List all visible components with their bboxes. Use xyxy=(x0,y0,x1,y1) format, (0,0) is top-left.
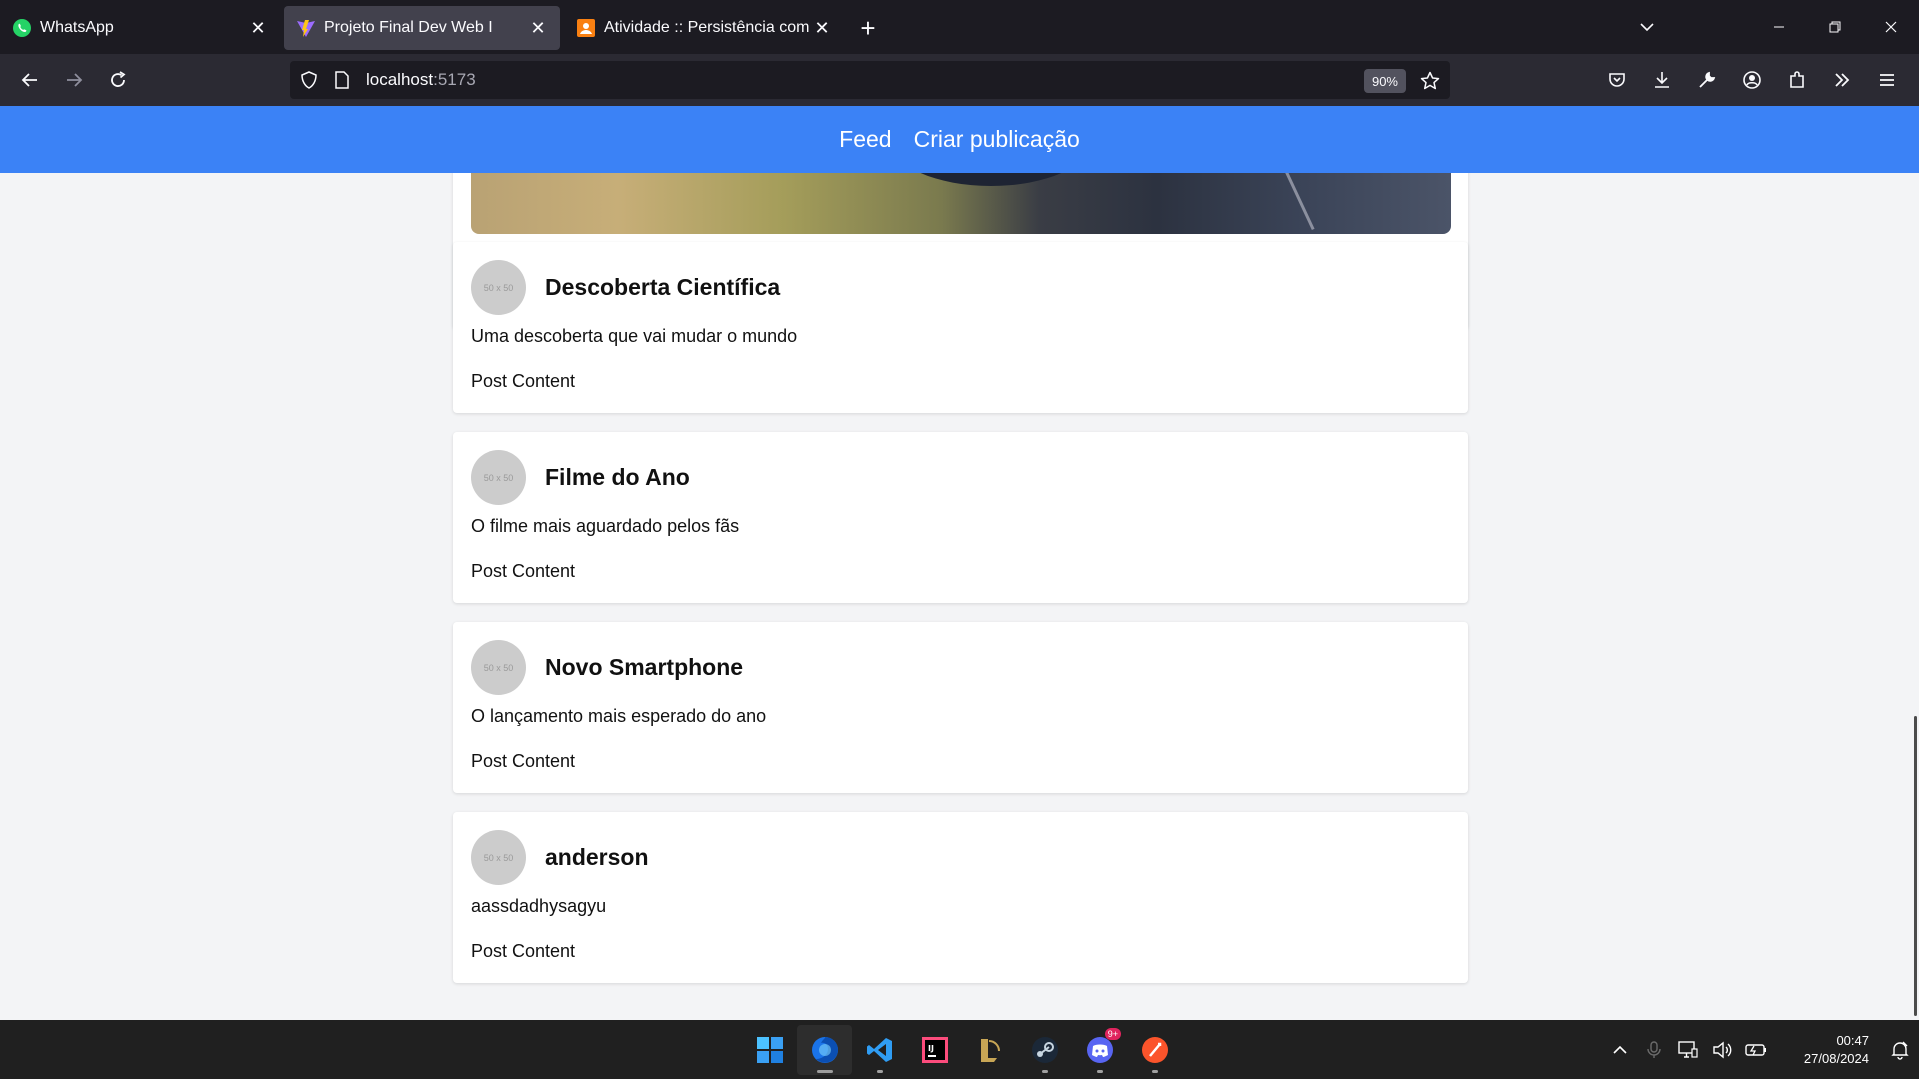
window-controls xyxy=(1623,0,1919,54)
site-header: Feed Criar publicação xyxy=(0,106,1919,173)
close-icon[interactable]: ✕ xyxy=(812,18,832,38)
post-content: Post Content xyxy=(471,561,576,581)
windows-start-icon[interactable] xyxy=(742,1025,797,1075)
post-header: 50 x 50 Filme do Ano xyxy=(471,450,690,505)
volume-icon[interactable] xyxy=(1705,1030,1739,1070)
tab-atividade[interactable]: Atividade :: Persistência com DB ✕ xyxy=(564,6,844,50)
back-arrow-icon[interactable] xyxy=(8,60,52,100)
overflow-chevrons-icon[interactable] xyxy=(1819,60,1864,100)
avatar: 50 x 50 xyxy=(471,450,526,505)
taskbar-apps: IJ 9+ xyxy=(742,1020,1182,1079)
steam-icon[interactable] xyxy=(1017,1025,1072,1075)
url-port: :5173 xyxy=(433,70,476,89)
close-icon[interactable]: ✕ xyxy=(528,18,548,38)
intellij-icon[interactable]: IJ xyxy=(907,1025,962,1075)
post-content: Post Content xyxy=(471,941,576,961)
post-card: 50 x 50 Filme do Ano O filme mais aguard… xyxy=(453,432,1468,603)
avatar: 50 x 50 xyxy=(471,260,526,315)
url-text[interactable]: localhost:5173 xyxy=(366,70,476,90)
bookmark-star-icon[interactable] xyxy=(1416,67,1444,95)
discord-notification-badge: 9+ xyxy=(1104,1027,1121,1040)
post-description: O filme mais aguardado pelos fãs xyxy=(471,516,740,536)
close-icon[interactable]: ✕ xyxy=(248,18,268,38)
notifications-bell-icon[interactable] xyxy=(1881,1030,1919,1070)
browser-tab-bar: WhatsApp ✕ Projeto Final Dev Web I ✕ Ati… xyxy=(0,0,1919,54)
clock-time: 00:47 xyxy=(1836,1032,1869,1048)
tracking-protection-shield-icon[interactable] xyxy=(300,71,328,89)
league-of-legends-icon[interactable] xyxy=(962,1025,1017,1075)
account-icon[interactable] xyxy=(1729,60,1774,100)
address-bar[interactable]: localhost:5173 90% xyxy=(290,61,1450,99)
restore-button[interactable] xyxy=(1807,0,1863,54)
browser-toolbar xyxy=(1594,60,1909,100)
extensions-icon[interactable] xyxy=(1774,60,1819,100)
forward-arrow-icon[interactable] xyxy=(52,60,96,100)
system-clock[interactable]: 00:47 27/08/2024 xyxy=(1773,1032,1869,1068)
post-header: 50 x 50 Descoberta Científica xyxy=(471,260,780,315)
url-host: localhost xyxy=(366,70,434,89)
avatar: 50 x 50 xyxy=(471,640,526,695)
post-card: 50 x 50 Descoberta Científica Uma descob… xyxy=(453,242,1468,413)
chevron-down-icon[interactable] xyxy=(1623,0,1671,54)
post-content: Post Content xyxy=(471,751,576,771)
brave-icon[interactable] xyxy=(1127,1025,1182,1075)
clock-date: 27/08/2024 xyxy=(1803,1050,1869,1066)
zoom-level-badge[interactable]: 90% xyxy=(1363,69,1406,93)
page-info-icon[interactable] xyxy=(334,71,362,89)
tab-title: WhatsApp xyxy=(40,19,114,36)
post-content: Post Content xyxy=(471,371,576,391)
post-card: 50 x 50 anderson aassdadhysagyu Post Con… xyxy=(453,812,1468,983)
vite-icon xyxy=(297,20,315,37)
post-description: O lançamento mais esperado do ano xyxy=(471,706,767,726)
whatsapp-icon xyxy=(13,19,31,37)
chevron-up-icon[interactable] xyxy=(1603,1030,1637,1070)
post-title: Filme do Ano xyxy=(545,464,690,490)
minimize-button[interactable] xyxy=(1751,0,1807,54)
windows-taskbar: IJ 9+ 00:47 27/08/2024 xyxy=(0,1020,1919,1079)
svg-text:IJ: IJ xyxy=(928,1044,934,1053)
wrench-icon[interactable] xyxy=(1684,60,1729,100)
post-header: 50 x 50 Novo Smartphone xyxy=(471,640,743,695)
post-title: Descoberta Científica xyxy=(545,274,781,300)
tab-title: Atividade :: Persistência com DB xyxy=(604,19,812,36)
avatar: 50 x 50 xyxy=(471,830,526,885)
pocket-icon[interactable] xyxy=(1594,60,1639,100)
post-description: aassdadhysagyu xyxy=(471,896,607,916)
page-scrollbar[interactable] xyxy=(1914,716,1917,1016)
close-window-button[interactable] xyxy=(1863,0,1919,54)
new-tab-button[interactable]: + xyxy=(848,6,888,50)
post-title: Novo Smartphone xyxy=(545,654,744,680)
downloads-icon[interactable] xyxy=(1639,60,1684,100)
browser-navigation-bar: localhost:5173 90% xyxy=(0,54,1919,106)
post-title: anderson xyxy=(545,844,649,870)
network-icon[interactable] xyxy=(1671,1030,1705,1070)
battery-icon[interactable] xyxy=(1739,1030,1773,1070)
firefox-icon[interactable] xyxy=(797,1024,852,1075)
nav-link-criar-publicacao[interactable]: Criar publicação xyxy=(914,126,1080,153)
system-tray: 00:47 27/08/2024 xyxy=(1603,1020,1919,1079)
vscode-icon[interactable] xyxy=(852,1025,907,1075)
post-description: Uma descoberta que vai mudar o mundo xyxy=(471,326,798,346)
tab-projeto-final[interactable]: Projeto Final Dev Web I ✕ xyxy=(284,6,560,50)
post-card: 50 x 50 Novo Smartphone O lançamento mai… xyxy=(453,622,1468,793)
nav-link-feed[interactable]: Feed xyxy=(839,126,891,153)
page-viewport: Feed Criar publicação 50 x 50 Descoberta… xyxy=(0,106,1919,1020)
moodle-icon xyxy=(577,19,595,37)
tab-title: Projeto Final Dev Web I xyxy=(324,19,493,36)
post-header: 50 x 50 anderson xyxy=(471,830,649,885)
reload-icon[interactable] xyxy=(96,60,140,100)
discord-icon[interactable]: 9+ xyxy=(1072,1025,1127,1075)
tab-whatsapp[interactable]: WhatsApp ✕ xyxy=(0,6,280,50)
microphone-icon[interactable] xyxy=(1637,1030,1671,1070)
hamburger-menu-icon[interactable] xyxy=(1864,60,1909,100)
